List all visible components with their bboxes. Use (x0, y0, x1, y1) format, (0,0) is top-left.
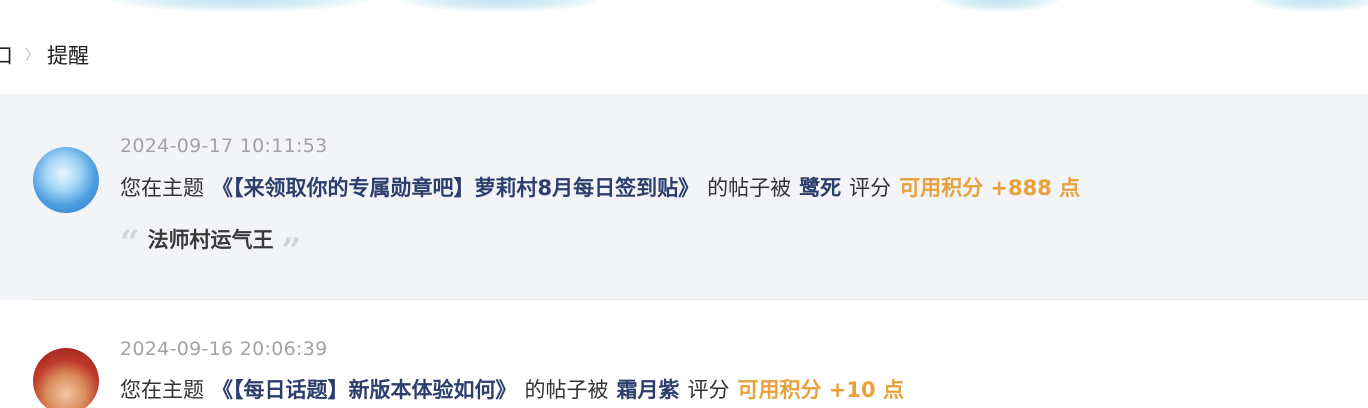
quote-text: 法师村运气王 (147, 228, 274, 252)
notification-time: 2024-09-17 10:11:53 (120, 135, 328, 157)
banner-cloud (940, 0, 1060, 12)
breadcrumb-previous-link[interactable]: 口 (0, 40, 13, 70)
thread-link[interactable]: 《【每日话题】新版本体验如何》 (212, 378, 517, 402)
user-link[interactable]: 鹭死 (799, 176, 841, 200)
message-mid: 的帖子被 (524, 378, 609, 402)
user-link[interactable]: 霜月紫 (617, 378, 680, 402)
page: 口 〉 提醒 2024-09-17 10:11:53 您在主题 《【来领取你的专属… (0, 0, 1368, 408)
banner-cloud (110, 0, 370, 12)
avatar[interactable] (33, 348, 99, 408)
message-prefix: 您在主题 (120, 176, 204, 200)
avatar[interactable] (33, 147, 99, 213)
thread-link[interactable]: 《【来领取你的专属勋章吧】萝莉村8月每日签到贴》 (212, 176, 699, 200)
notification-item: 2024-09-17 10:11:53 您在主题 《【来领取你的专属勋章吧】萝莉村… (0, 94, 1368, 300)
quote-open-icon: “ (120, 223, 140, 263)
points-award: 可用积分 +10 点 (737, 378, 904, 402)
quote-close-icon: ” (281, 231, 302, 271)
breadcrumb-current: 提醒 (47, 44, 89, 68)
notification-time: 2024-09-16 20:06:39 (120, 338, 328, 360)
notification-message: 您在主题 《【每日话题】新版本体验如何》 的帖子被 霜月紫 评分 可用积分 +10 点 (120, 374, 904, 404)
notification-item: 2024-09-16 20:06:39 您在主题 《【每日话题】新版本体验如何》的… (0, 301, 1368, 408)
banner-cloud (1250, 0, 1368, 12)
message-action: 评分 (687, 378, 730, 402)
points-award: 可用积分 +888 点 (899, 176, 1081, 200)
divider (32, 299, 1368, 300)
breadcrumb: 口 〉 提醒 (0, 38, 89, 72)
message-action: 评分 (849, 176, 892, 200)
message-prefix: 您在主题 (120, 378, 204, 402)
message-mid: 的帖子被 (707, 176, 792, 200)
notification-message: 您在主题 《【来领取你的专属勋章吧】萝莉村8月每日签到贴》 的帖子被 鹭死 评分 可用积分… (120, 172, 1080, 202)
banner-cloud (400, 0, 600, 12)
rating-reason-quote: “ 法师村运气王 ” (120, 222, 301, 268)
header-banner (0, 0, 1368, 16)
breadcrumb-separator-icon: 〉 (25, 48, 39, 64)
